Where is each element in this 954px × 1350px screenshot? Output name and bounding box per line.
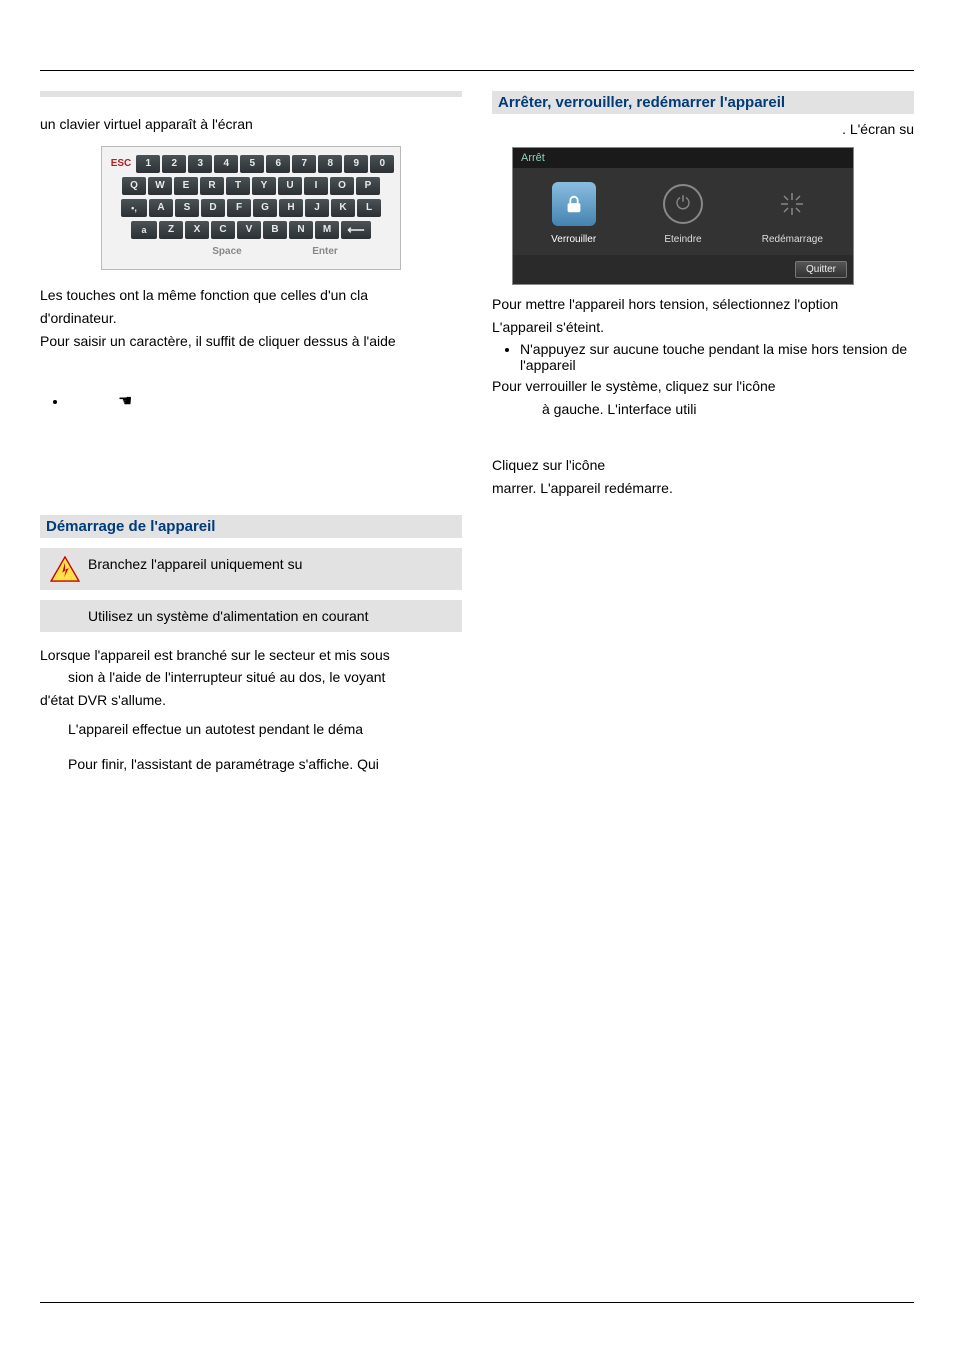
text-finally: Pour finir, l'assistant de paramétrage s…: [40, 755, 462, 774]
bullet-no-press: N'appuyez sur aucune touche pendant la m…: [520, 341, 914, 373]
text-dvr: d'état DVR s'allume.: [40, 691, 462, 710]
kbd-row-3: •, A S D F G H J K L: [107, 198, 396, 218]
key[interactable]: K: [331, 199, 355, 217]
warning-box-1: Branchez l'appareil uniquement su: [40, 548, 462, 590]
key[interactable]: F: [227, 199, 251, 217]
key[interactable]: S: [175, 199, 199, 217]
heading-shutdown: Arrêter, verrouiller, redémarrer l'appar…: [492, 91, 914, 114]
key[interactable]: H: [279, 199, 303, 217]
key-enter[interactable]: Enter: [302, 243, 348, 261]
key[interactable]: 6: [266, 155, 290, 173]
warning-box-2: Utilisez un système d'alimentation en co…: [40, 600, 462, 632]
hand-pointer-icon: ☚: [118, 393, 132, 410]
text-autotest: L'appareil effectue un autotest pendant …: [40, 720, 462, 739]
gray-bar-placeholder: [40, 91, 462, 97]
key[interactable]: 8: [318, 155, 342, 173]
power-icon: ⏻: [661, 182, 705, 226]
key[interactable]: 7: [292, 155, 316, 173]
warning-text-1: Branchez l'appareil uniquement su: [88, 556, 302, 572]
key[interactable]: W: [148, 177, 172, 195]
bottom-rule: [40, 1302, 914, 1303]
quit-button[interactable]: Quitter: [795, 261, 847, 278]
lock-label: Verrouiller: [529, 234, 619, 245]
key[interactable]: P: [356, 177, 380, 195]
text-dordinateur: d'ordinateur.: [40, 309, 462, 328]
intro-text: un clavier virtuel apparaît à l'écran: [40, 115, 462, 134]
restart-label: Redémarrage: [747, 234, 837, 245]
kbd-row-4: a Z X C V B N M ⟵: [107, 220, 396, 240]
key[interactable]: 9: [344, 155, 368, 173]
key[interactable]: 2: [162, 155, 186, 173]
key[interactable]: R: [200, 177, 224, 195]
shutdown-dialog-title: Arrêt: [513, 148, 853, 168]
key[interactable]: G: [253, 199, 277, 217]
text-when-plugged: Lorsque l'appareil est branché sur le se…: [40, 646, 462, 665]
power-label: Eteindre: [638, 234, 728, 245]
key[interactable]: Q: [122, 177, 146, 195]
key-esc[interactable]: ESC: [108, 155, 135, 173]
key[interactable]: V: [237, 221, 261, 239]
key[interactable]: C: [211, 221, 235, 239]
shutdown-power-item[interactable]: ⏻ Eteindre: [638, 182, 728, 245]
top-rule: [40, 70, 914, 71]
virtual-keyboard: ESC 1 2 3 4 5 6 7 8 9 0 Q W: [40, 146, 462, 270]
key[interactable]: T: [226, 177, 250, 195]
shutdown-dialog-body: Verrouiller ⏻ Eteindre: [513, 168, 853, 255]
key[interactable]: 4: [214, 155, 238, 173]
key-case[interactable]: a: [131, 221, 157, 239]
text-lock-2: à gauche. L'interface utili: [492, 400, 914, 419]
key[interactable]: E: [174, 177, 198, 195]
key-symbols[interactable]: •,: [121, 199, 147, 217]
page: un clavier virtuel apparaît à l'écran ES…: [0, 0, 954, 1350]
key[interactable]: B: [263, 221, 287, 239]
columns: un clavier virtuel apparaît à l'écran ES…: [40, 91, 914, 778]
bullet-hand-icon: ☚: [68, 391, 462, 411]
warning-icon: [50, 556, 80, 582]
bullet-list-right: N'appuyez sur aucune touche pendant la m…: [492, 341, 914, 373]
kbd-row-1: ESC 1 2 3 4 5 6 7 8 9 0: [107, 154, 396, 174]
text-device-off: L'appareil s'éteint.: [492, 318, 914, 337]
key[interactable]: M: [315, 221, 339, 239]
text-lock-1: Pour verrouiller le système, cliquez sur…: [492, 377, 914, 396]
key[interactable]: D: [201, 199, 225, 217]
shutdown-dialog-footer: Quitter: [513, 255, 853, 284]
key[interactable]: X: [185, 221, 209, 239]
key[interactable]: Y: [252, 177, 276, 195]
left-column: un clavier virtuel apparaît à l'écran ES…: [40, 91, 462, 778]
kbd-row-2: Q W E R T Y U I O P: [107, 176, 396, 196]
text-power-off: Pour mettre l'appareil hors tension, sél…: [492, 295, 914, 314]
key[interactable]: 3: [188, 155, 212, 173]
text-screen-su: . L'écran su: [492, 120, 914, 139]
key[interactable]: U: [278, 177, 302, 195]
key[interactable]: 0: [370, 155, 394, 173]
key[interactable]: I: [304, 177, 328, 195]
key[interactable]: J: [305, 199, 329, 217]
key-space[interactable]: Space: [154, 243, 300, 261]
shutdown-lock-item[interactable]: Verrouiller: [529, 182, 619, 245]
text-click-icon: Cliquez sur l'icône: [492, 456, 914, 475]
shutdown-dialog: Arrêt Verrouiller ⏻: [512, 147, 854, 285]
key[interactable]: Z: [159, 221, 183, 239]
key[interactable]: L: [357, 199, 381, 217]
key[interactable]: A: [149, 199, 173, 217]
key-backspace[interactable]: ⟵: [341, 221, 371, 239]
text-input-char: Pour saisir un caractère, il suffit de c…: [40, 332, 462, 351]
warning-text-2: Utilisez un système d'alimentation en co…: [88, 608, 368, 624]
keyboard-box: ESC 1 2 3 4 5 6 7 8 9 0 Q W: [101, 146, 402, 270]
text-keys-same: Les touches ont la même fonction que cel…: [40, 286, 462, 305]
lock-icon: [552, 182, 596, 226]
key[interactable]: N: [289, 221, 313, 239]
text-restart: marrer. L'appareil redémarre.: [492, 479, 914, 498]
key[interactable]: O: [330, 177, 354, 195]
restart-icon: [770, 182, 814, 226]
text-sion: sion à l'aide de l'interrupteur situé au…: [40, 668, 462, 687]
shutdown-restart-item[interactable]: Redémarrage: [747, 182, 837, 245]
key[interactable]: 5: [240, 155, 264, 173]
key[interactable]: 1: [136, 155, 160, 173]
heading-startup: Démarrage de l'appareil: [40, 515, 462, 538]
bullet-list: ☚: [40, 391, 462, 411]
kbd-row-5: Space Enter: [107, 242, 396, 262]
right-column: Arrêter, verrouiller, redémarrer l'appar…: [492, 91, 914, 778]
